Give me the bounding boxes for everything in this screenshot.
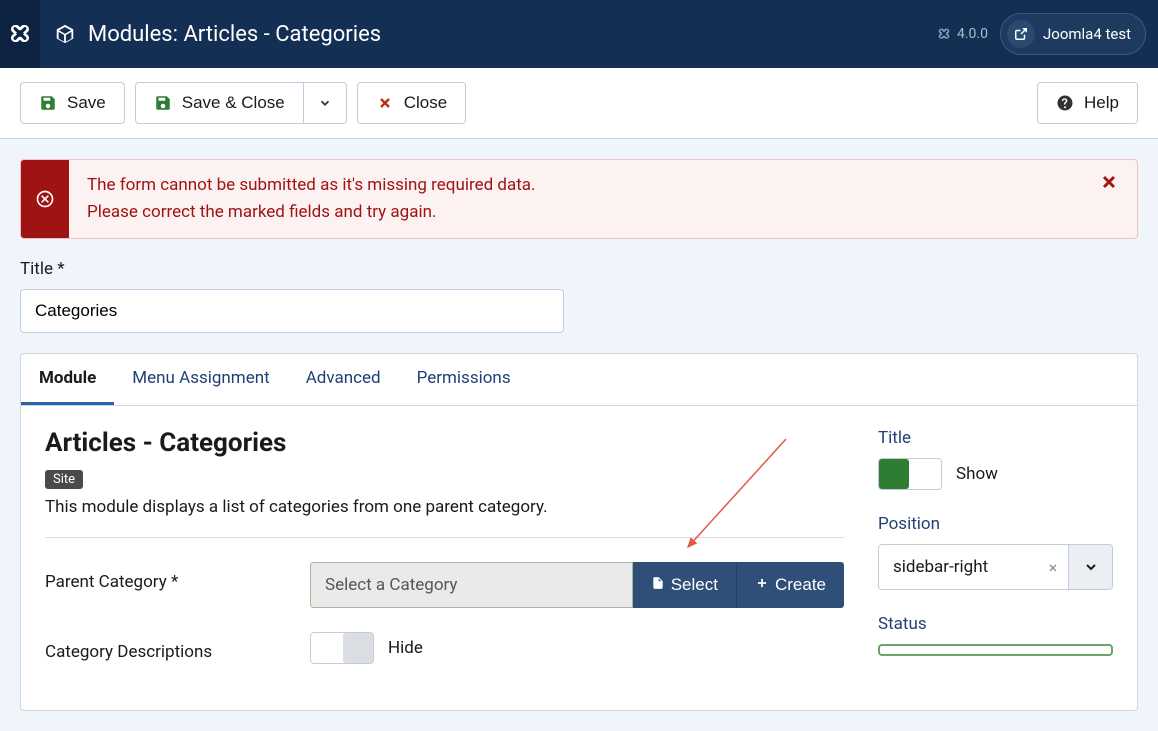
alert-line-2: Please correct the marked fields and try… [87, 199, 1063, 226]
chevron-down-icon [316, 94, 334, 112]
tab-menu-assignment[interactable]: Menu Assignment [114, 354, 287, 405]
show-title-toggle[interactable] [878, 458, 942, 490]
tab-permissions[interactable]: Permissions [399, 354, 529, 405]
save-close-button[interactable]: Save & Close [135, 82, 304, 124]
tabs-card: Module Menu Assignment Advanced Permissi… [20, 353, 1138, 711]
title-label: Title * [20, 259, 1138, 279]
app-header: Modules: Articles - Categories 4.0.0 Joo… [0, 0, 1158, 68]
plus-icon [755, 575, 769, 595]
show-title-label: Title [878, 428, 1113, 448]
error-icon [21, 160, 69, 238]
save-icon [39, 94, 57, 112]
close-button[interactable]: Close [357, 82, 466, 124]
parent-category-create-button[interactable]: Create [736, 562, 844, 608]
version-badge[interactable]: 4.0.0 [937, 26, 988, 42]
show-title-value: Show [956, 464, 998, 484]
save-icon [154, 94, 172, 112]
client-badge: Site [45, 470, 83, 489]
cube-icon [54, 23, 76, 45]
status-select[interactable] [878, 644, 1113, 656]
module-description: This module displays a list of categorie… [45, 497, 844, 517]
title-field-block: Title * [20, 259, 1138, 333]
site-link-pill[interactable]: Joomla4 test [1000, 13, 1146, 55]
divider [45, 537, 844, 538]
page-title: Modules: Articles - Categories [88, 22, 381, 47]
error-alert: The form cannot be submitted as it's mis… [20, 159, 1138, 239]
position-caret-button[interactable] [1068, 545, 1112, 589]
parent-category-row: Parent Category * Select a Category Sele… [45, 562, 844, 608]
position-combobox[interactable]: sidebar-right × [878, 544, 1113, 590]
tab-bar: Module Menu Assignment Advanced Permissi… [21, 354, 1137, 406]
category-descriptions-row: Category Descriptions Hide [45, 632, 844, 664]
module-heading: Articles - Categories [45, 428, 844, 458]
parent-category-input[interactable]: Select a Category [310, 562, 633, 608]
status-field: Status [878, 614, 1113, 656]
tab-module[interactable]: Module [21, 354, 114, 405]
action-toolbar: Save Save & Close Close Help [0, 68, 1158, 139]
tab-advanced[interactable]: Advanced [288, 354, 399, 405]
save-button[interactable]: Save [20, 82, 125, 124]
external-link-icon [1007, 20, 1035, 48]
show-title-field: Title Show [878, 428, 1113, 490]
question-icon [1056, 94, 1074, 112]
parent-category-select-button[interactable]: Select [633, 562, 736, 608]
position-value: sidebar-right [879, 546, 1038, 588]
category-descriptions-label: Category Descriptions [45, 632, 310, 662]
category-descriptions-value: Hide [388, 638, 423, 658]
category-descriptions-toggle[interactable] [310, 632, 374, 664]
save-dropdown-button[interactable] [304, 82, 347, 124]
position-clear-button[interactable]: × [1038, 558, 1068, 577]
alert-close-button[interactable] [1081, 160, 1137, 238]
title-input[interactable] [20, 289, 564, 333]
status-label: Status [878, 614, 1113, 634]
file-icon [651, 575, 665, 596]
position-field: Position sidebar-right × [878, 514, 1113, 590]
save-close-group: Save & Close [135, 82, 347, 124]
parent-category-label: Parent Category * [45, 562, 310, 592]
alert-line-1: The form cannot be submitted as it's mis… [87, 172, 1063, 199]
close-icon [376, 94, 394, 112]
position-label: Position [878, 514, 1113, 534]
joomla-logo-icon[interactable] [0, 0, 40, 68]
help-button[interactable]: Help [1037, 82, 1138, 124]
